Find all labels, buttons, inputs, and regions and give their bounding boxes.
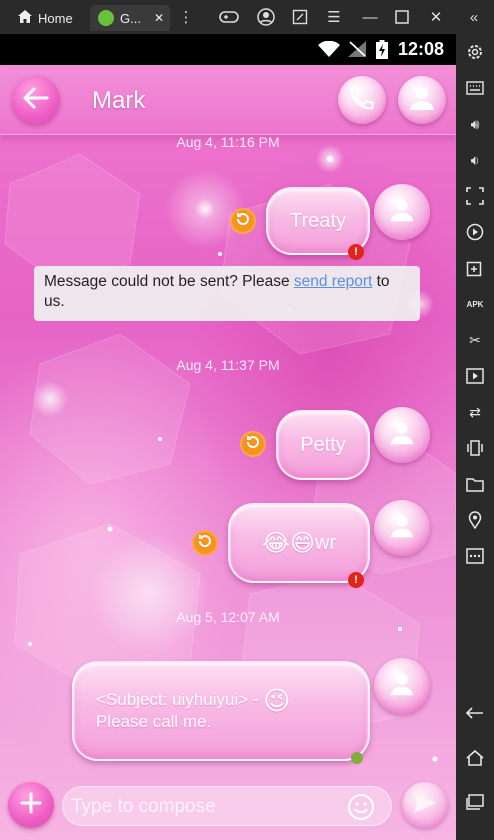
person-icon xyxy=(388,419,416,452)
person-icon xyxy=(388,512,416,545)
retry-button[interactable] xyxy=(240,431,266,457)
tab-app[interactable]: G... ✕ xyxy=(90,5,170,31)
menu-icon[interactable]: ☰ xyxy=(324,7,344,27)
contact-button[interactable] xyxy=(398,76,446,124)
timestamp: Aug 4, 11:16 PM xyxy=(176,134,280,150)
tab-close-icon[interactable]: ✕ xyxy=(154,11,164,25)
tab-home[interactable]: Home xyxy=(10,5,88,31)
avatar[interactable] xyxy=(374,184,430,240)
close-icon[interactable]: ✕ xyxy=(426,7,446,27)
sync-icon[interactable]: ⇄ xyxy=(465,402,485,422)
play-icon[interactable] xyxy=(465,222,485,242)
sent-check-icon xyxy=(350,751,364,765)
arrow-left-icon xyxy=(23,87,49,114)
send-report-link[interactable]: send report xyxy=(294,273,372,290)
message-bubble[interactable]: <Subject: uiyhuiyui> - 😉 Please call me. xyxy=(72,661,370,761)
back-button[interactable] xyxy=(12,76,60,124)
compose-field[interactable] xyxy=(62,786,392,826)
retry-icon xyxy=(235,211,251,232)
person-icon xyxy=(388,670,416,703)
error-icon: ! xyxy=(348,572,364,588)
avatar[interactable] xyxy=(374,407,430,463)
expand-icon[interactable]: « xyxy=(464,7,484,27)
message-text: Petty xyxy=(300,433,346,456)
screenshot-icon[interactable] xyxy=(290,7,310,27)
send-failure-notice: Message could not be sent? Please send r… xyxy=(34,266,420,321)
minimize-icon[interactable]: — xyxy=(360,7,380,27)
emulator-titlebar: Home G... ✕ ⋮ ☰ — ✕ « xyxy=(0,0,494,34)
back-icon[interactable] xyxy=(465,704,485,724)
tab-home-label: Home xyxy=(38,10,73,26)
more-vertical-icon[interactable]: ⋮ xyxy=(176,7,196,27)
recents-icon[interactable] xyxy=(465,792,485,812)
emoji: 😂😄 xyxy=(261,529,315,557)
cut-icon[interactable]: ✂ xyxy=(465,330,485,350)
message-text: wr xyxy=(314,531,337,554)
avatar[interactable] xyxy=(374,500,430,556)
phone-icon xyxy=(348,84,376,117)
screen-record-icon[interactable] xyxy=(465,186,485,206)
home-icon xyxy=(18,10,32,26)
retry-icon xyxy=(245,434,261,455)
message-text: Treaty xyxy=(290,209,346,232)
message-bubble[interactable]: 😂😄 wr xyxy=(228,503,370,583)
tab-app-label: G... xyxy=(120,10,141,26)
retry-button[interactable] xyxy=(192,530,218,556)
status-time: 12:08 xyxy=(398,39,445,59)
add-app-icon[interactable] xyxy=(465,258,485,278)
shake-icon[interactable] xyxy=(465,438,485,458)
retry-icon xyxy=(197,533,213,554)
message-bubble[interactable]: Petty xyxy=(276,410,370,480)
folder-icon[interactable] xyxy=(465,474,485,494)
timestamp: Aug 5, 12:07 AM xyxy=(176,609,280,625)
keyboard-icon[interactable] xyxy=(465,78,485,98)
android-home-icon[interactable] xyxy=(465,748,485,768)
compose-input[interactable] xyxy=(71,793,341,821)
settings-icon[interactable] xyxy=(465,42,485,62)
emoji-icon[interactable] xyxy=(347,793,375,826)
conversation-header: Mark xyxy=(0,65,456,135)
person-icon xyxy=(407,83,437,118)
send-button[interactable] xyxy=(402,782,448,828)
message-text: Please call me. xyxy=(96,712,212,732)
phone-screen: 12:08 Mark Aug 4, 11:16 PM Treaty ! Mess… xyxy=(0,34,456,840)
emoji: 😉 xyxy=(263,685,291,716)
volume-up-icon[interactable]: 🔊︎ xyxy=(465,114,485,134)
timestamp: Aug 4, 11:37 PM xyxy=(176,357,280,373)
message-subject: <Subject: uiyhuiyui> - xyxy=(96,689,264,709)
error-icon: ! xyxy=(348,244,364,260)
attach-button[interactable] xyxy=(8,782,54,828)
wifi-icon xyxy=(318,40,340,62)
location-icon[interactable] xyxy=(465,510,485,530)
send-icon xyxy=(412,791,438,820)
person-icon xyxy=(388,196,416,229)
android-status-bar: 12:08 xyxy=(0,34,456,65)
apk-icon[interactable]: APK xyxy=(465,294,485,314)
no-signal-icon xyxy=(348,41,366,62)
contact-name: Mark xyxy=(92,87,146,114)
account-icon[interactable] xyxy=(256,7,276,27)
retry-button[interactable] xyxy=(230,208,256,234)
plus-icon xyxy=(19,791,43,820)
avatar[interactable] xyxy=(374,658,430,714)
emulator-sidebar: 🔊︎ 🔉︎ APK ✂ ⇄ xyxy=(456,34,494,840)
app-logo-icon xyxy=(98,10,114,26)
notice-text: Message could not be sent? Please xyxy=(44,273,294,290)
battery-charging-icon xyxy=(376,40,388,64)
maximize-icon[interactable] xyxy=(392,7,412,27)
gamepad-icon[interactable] xyxy=(218,7,240,27)
volume-down-icon[interactable]: 🔉︎ xyxy=(465,150,485,170)
more-icon[interactable] xyxy=(465,546,485,566)
call-button[interactable] xyxy=(338,76,386,124)
video-icon[interactable] xyxy=(465,366,485,386)
